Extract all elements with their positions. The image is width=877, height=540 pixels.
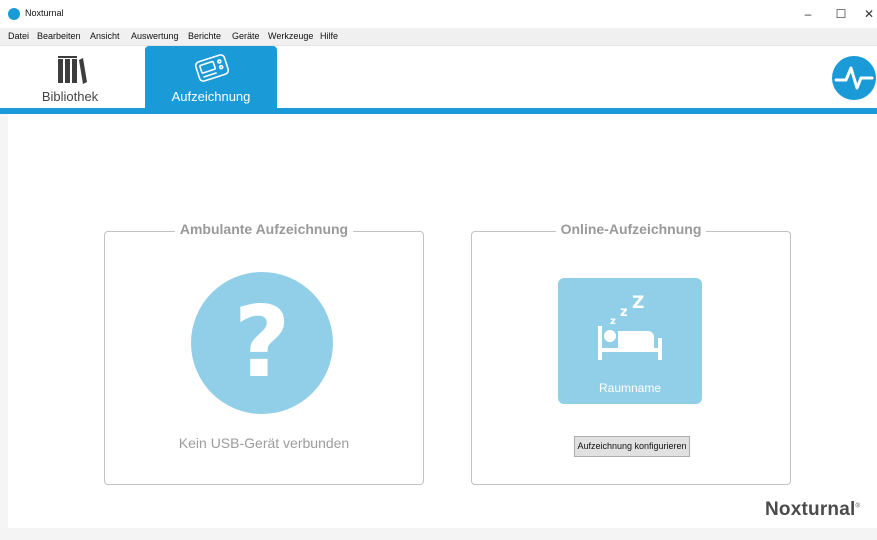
title-bar: Noxturnal – ☐ ✕ [0,0,877,28]
tab-library[interactable]: Bibliothek [10,46,130,108]
tab-library-label: Bibliothek [41,89,99,104]
menu-bar: Datei Bearbeiten Ansicht Auswertung Beri… [0,28,877,46]
room-tile[interactable]: z z Z Raumname [558,278,702,404]
menu-bearbeiten[interactable]: Bearbeiten [37,31,81,41]
online-panel-title: Online-Aufzeichnung [555,221,707,237]
navigation-area: Bibliothek Aufzeichnung [0,46,877,108]
minimize-button[interactable]: – [795,4,821,24]
ambulatory-recording-panel: Ambulante Aufzeichnung ? Kein USB-Gerät … [104,221,424,485]
recorder-device-icon [194,54,230,82]
menu-berichte[interactable]: Berichte [188,31,221,41]
main-content: Ambulante Aufzeichnung ? Kein USB-Gerät … [8,114,877,528]
menu-hilfe[interactable]: Hilfe [320,31,338,41]
menu-auswertung[interactable]: Auswertung [131,31,179,41]
noxturnal-logo-icon [832,56,876,100]
brand-registered-mark: ® [855,503,861,510]
window-title: Noxturnal [25,8,64,18]
ambulatory-panel-title: Ambulante Aufzeichnung [174,221,354,237]
menu-ansicht[interactable]: Ansicht [90,31,120,41]
device-status-text: Kein USB-Gerät verbunden [178,435,350,451]
noxturnal-app-icon [8,8,20,20]
sleep-zzz-large: Z [632,293,644,313]
brand-name: Noxturnal [765,499,856,520]
left-margin-strip [0,114,8,528]
tab-recording-label: Aufzeichnung [171,89,251,104]
question-mark-icon[interactable]: ? [191,272,333,414]
menu-werkzeuge[interactable]: Werkzeuge [268,31,313,41]
close-button[interactable]: ✕ [856,4,877,24]
room-name-label: Raumname [598,381,662,395]
status-bar [0,528,877,540]
brand-wordmark: Noxturnal® [765,499,860,521]
sleep-zzz-medium: z [620,305,628,320]
bed-sleep-icon: z z Z [598,293,662,360]
sleep-zzz-small: z [610,316,616,327]
online-recording-panel: Online-Aufzeichnung z z Z Raumname Aufze… [471,221,791,485]
maximize-button[interactable]: ☐ [828,4,854,24]
tab-recording[interactable]: Aufzeichnung [145,46,277,108]
question-mark-glyph: ? [233,286,291,400]
menu-geraete[interactable]: Geräte [232,31,260,41]
configure-recording-button[interactable]: Aufzeichnung konfigurieren [574,436,690,457]
menu-datei[interactable]: Datei [8,31,29,41]
library-books-icon [58,56,87,84]
